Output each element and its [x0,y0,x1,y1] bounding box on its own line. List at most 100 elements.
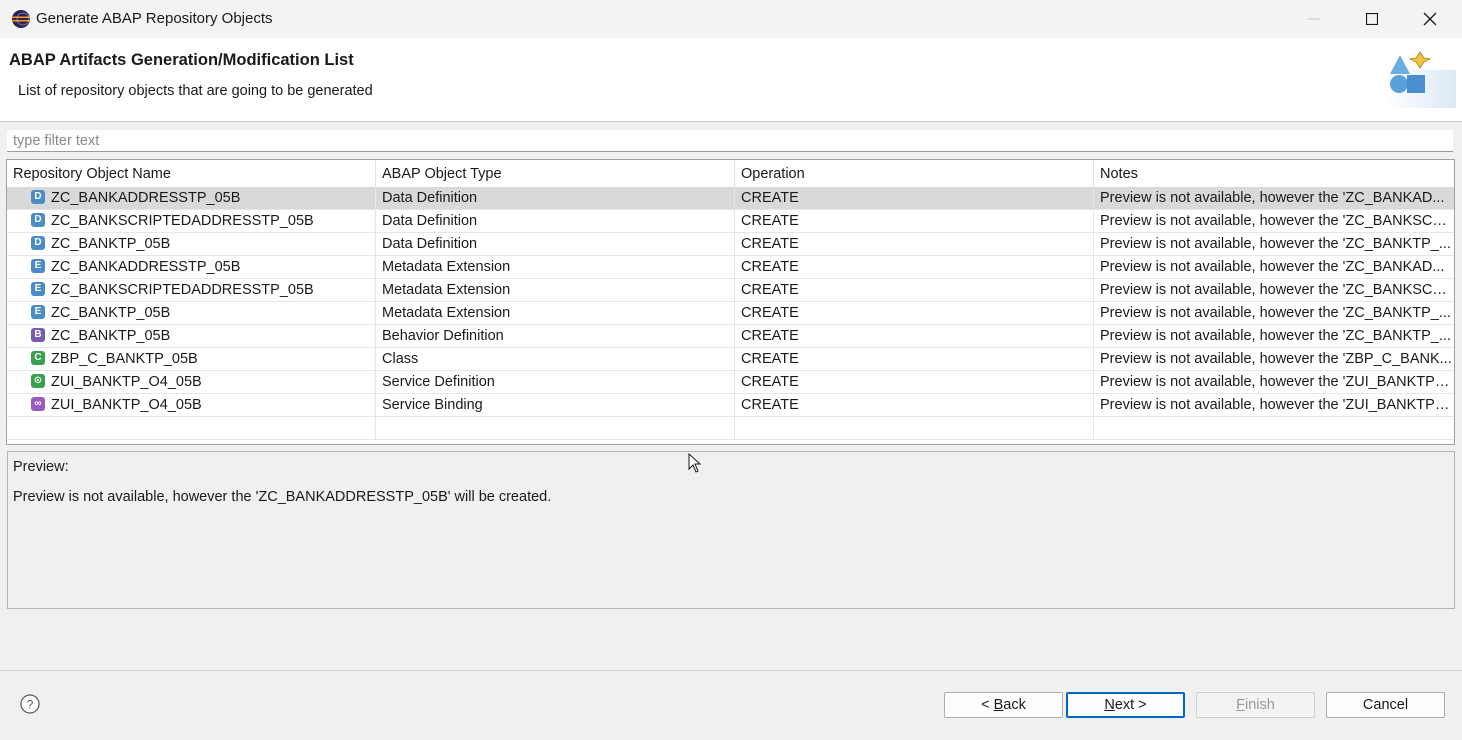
column-header-operation[interactable]: Operation [735,160,1094,187]
cell-operation: CREATE [735,348,1094,370]
empty-cell [1094,417,1454,439]
column-header-name[interactable]: Repository Object Name [7,160,376,187]
service-binding-icon: ∞ [31,397,45,411]
object-name-text: ZC_BANKSCRIPTEDADDRESSTP_05B [51,213,314,229]
minimize-icon [1308,18,1320,20]
empty-cell [376,417,735,439]
cell-notes: Preview is not available, however the 'Z… [1100,397,1454,413]
table-row[interactable]: E ZC_BANKSCRIPTEDADDRESSTP_05B Metadata Ex… [7,279,1454,302]
table-row[interactable]: E ZC_BANKADDRESSTP_05B Metadata Extension C… [7,256,1454,279]
cell-notes: Preview is not available, however the 'Z… [1100,236,1451,252]
table-row[interactable]: D ZC_BANKTP_05B Data Definition CREATE Previ… [7,233,1454,256]
back-button-prefix: < [981,697,994,713]
back-button-label: ack [1003,697,1026,713]
finish-button-mnemonic: F [1236,697,1246,713]
table-row[interactable]: ∞ ZUI_BANKTP_O4_05B Service Binding CREATE P… [7,394,1454,417]
cell-operation: CREATE [735,302,1094,324]
cell-notes: Preview is not available, however the 'Z… [1100,190,1445,206]
object-name-text: ZC_BANKADDRESSTP_05B [51,259,241,275]
finish-button[interactable]: Finish [1196,692,1315,718]
cell-notes: Preview is not available, however the 'Z… [1100,305,1451,321]
data-definition-icon: D [31,236,45,250]
table-row[interactable]: D ZC_BANKSCRIPTEDADDRESSTP_05B Data Defini… [7,210,1454,233]
object-name-text: ZC_BANKSCRIPTEDADDRESSTP_05B [51,282,314,298]
back-button-mnemonic: B [993,697,1004,713]
column-header-type[interactable]: ABAP Object Type [376,160,735,187]
data-definition-icon: D [31,190,45,204]
cell-object-type: Data Definition [376,187,735,209]
table-row[interactable]: D ZC_BANKADDRESSTP_05B Data Definition CREA… [7,187,1454,210]
filter-input[interactable] [7,130,1453,152]
cell-object-type: Class [376,348,735,370]
cell-operation: CREATE [735,325,1094,347]
cell-object-name: E ZC_BANKADDRESSTP_05B [7,256,376,278]
cell-object-type: Data Definition [376,210,735,232]
metadata-extension-icon: E [31,305,45,319]
cell-object-type: Metadata Extension [376,256,735,278]
table-row[interactable]: E ZC_BANKTP_05B Metadata Extension CREATE Pr… [7,302,1454,325]
help-icon[interactable]: ? [20,694,40,714]
cell-object-name: ∞ ZUI_BANKTP_O4_05B [7,394,376,416]
behavior-definition-icon: B [31,328,45,342]
window-title: Generate ABAP Repository Objects [36,10,273,27]
maximize-button[interactable] [1343,0,1401,38]
eclipse-icon [12,10,30,28]
close-icon [1423,12,1437,26]
svg-text:?: ? [27,698,34,712]
maximize-icon [1366,13,1378,25]
page-description: List of repository objects that are goin… [18,83,373,99]
cell-operation: CREATE [735,279,1094,301]
cell-object-type: Behavior Definition [376,325,735,347]
cell-operation: CREATE [735,233,1094,255]
empty-cell [735,417,1094,439]
cell-notes: Preview is not available, however the 'Z… [1100,374,1454,390]
finish-button-label: inish [1245,697,1275,713]
close-button[interactable] [1401,0,1459,38]
cell-object-name: ⊙ ZUI_BANKTP_O4_05B [7,371,376,393]
preview-panel: Preview: Preview is not available, howev… [7,451,1455,609]
back-button[interactable]: < Back [944,692,1063,718]
cell-notes: Preview is not available, however the 'Z… [1100,351,1452,367]
page-title: ABAP Artifacts Generation/Modification L… [9,51,354,69]
minimize-button[interactable] [1285,0,1343,38]
empty-table-row [7,417,1454,440]
wizard-shapes-icon [1386,51,1456,108]
cell-object-name: E ZC_BANKSCRIPTEDADDRESSTP_05B [7,279,376,301]
cell-object-name: B ZC_BANKTP_05B [7,325,376,347]
cell-object-type: Metadata Extension [376,279,735,301]
next-button-label: ext > [1114,697,1147,713]
preview-text: Preview is not available, however the 'Z… [13,489,552,505]
cell-object-name: D ZC_BANKTP_05B [7,233,376,255]
cell-object-type: Metadata Extension [376,302,735,324]
cell-operation: CREATE [735,187,1094,209]
wizard-header: ABAP Artifacts Generation/Modification L… [0,38,1462,122]
cell-notes: Preview is not available, however the 'Z… [1100,213,1454,229]
column-header-notes[interactable]: Notes [1094,160,1454,187]
cancel-button[interactable]: Cancel [1326,692,1445,718]
next-button[interactable]: Next > [1066,692,1185,718]
cell-object-name: D ZC_BANKADDRESSTP_05B [7,187,376,209]
next-button-mnemonic: N [1104,697,1115,713]
table-row[interactable]: B ZC_BANKTP_05B Behavior Definition CREATE P… [7,325,1454,348]
table-row[interactable]: ⊙ ZUI_BANKTP_O4_05B Service Definition CREA… [7,371,1454,394]
mouse-cursor-icon [688,453,702,473]
button-bar: ? < Back Next > Finish Cancel [0,670,1462,740]
cell-object-name: D ZC_BANKSCRIPTEDADDRESSTP_05B [7,210,376,232]
metadata-extension-icon: E [31,282,45,296]
table-header: Repository Object Name ABAP Object Type … [7,160,1454,188]
cell-object-type: Service Definition [376,371,735,393]
cell-object-name: C ZBP_C_BANKTP_05B [7,348,376,370]
table-body: D ZC_BANKADDRESSTP_05B Data Definition CREA… [7,187,1454,440]
cell-operation: CREATE [735,256,1094,278]
cell-operation: CREATE [735,210,1094,232]
repository-objects-table: Repository Object Name ABAP Object Type … [6,159,1455,445]
cell-notes: Preview is not available, however the 'Z… [1100,259,1445,275]
cell-notes: Preview is not available, however the 'Z… [1100,282,1454,298]
class-icon: C [31,351,45,365]
object-name-text: ZC_BANKADDRESSTP_05B [51,190,241,206]
service-definition-icon: ⊙ [31,374,45,388]
table-row[interactable]: C ZBP_C_BANKTP_05B Class CREATE Preview is n… [7,348,1454,371]
cell-operation: CREATE [735,394,1094,416]
data-definition-icon: D [31,213,45,227]
cell-object-name: E ZC_BANKTP_05B [7,302,376,324]
